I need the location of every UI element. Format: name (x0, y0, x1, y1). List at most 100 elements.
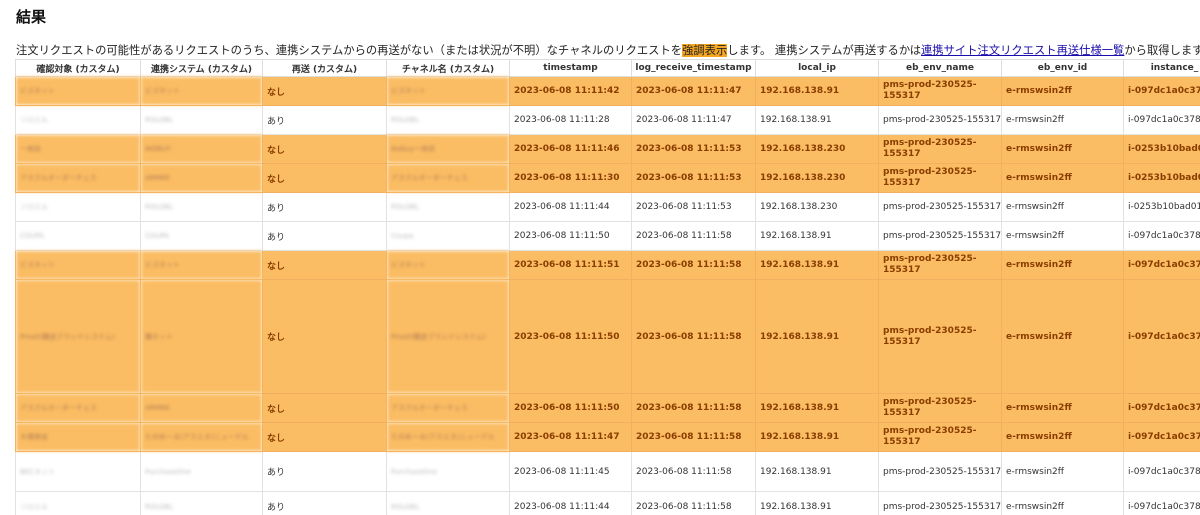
cell-instance: i-097dc1a0c378a (1123, 105, 1200, 135)
cell-eb-env-id: e-rmswsin2ff (1001, 76, 1124, 106)
header-integration-system[interactable]: 連携システム (カスタム) (140, 59, 263, 77)
cell-check-target: ビズネット (15, 250, 141, 280)
cell-timestamp: 2023-06-08 11:11:45 (509, 451, 632, 492)
cell-eb-env-name: pms-prod-230525-155317 (878, 393, 1002, 423)
cell-eb-env-id: e-rmswsin2ff (1001, 134, 1124, 164)
cell-timestamp: 2023-06-08 11:11:50 (509, 279, 632, 394)
cell-channel-name: アスクルオーダーチェス (386, 163, 510, 193)
cell-local-ip: 192.168.138.230 (755, 192, 879, 222)
resend-spec-link[interactable]: 連携サイト注文リクエスト再送仕様一覧 (921, 44, 1124, 57)
results-table-container[interactable]: 確認対象 (カスタム) 連携システム (カスタム) 再送 (カスタム) チャネル… (15, 59, 1200, 515)
cell-resend: あり (262, 105, 387, 135)
cell-channel-name: ビズネット (386, 76, 510, 106)
cell-log-receive-timestamp: 2023-06-08 11:11:58 (631, 221, 756, 251)
cell-check-target: ソロエル (15, 192, 141, 222)
cell-channel-name: アスクルオーダーチェス (386, 393, 510, 423)
cell-local-ip: 192.168.138.91 (755, 491, 879, 515)
cell-log-receive-timestamp: 2023-06-08 11:11:53 (631, 192, 756, 222)
table-row[interactable]: Prosit(購送ブランドシステム) 購ネット なし Prosit(購送ブランド… (15, 279, 1200, 394)
cell-resend: なし (262, 422, 387, 452)
cell-local-ip: 192.168.138.91 (755, 105, 879, 135)
table-row[interactable]: BECネット PurchaseOne あり PurchaseOne 2023-0… (15, 451, 1200, 492)
cell-channel-name: ROLOBL (386, 491, 510, 515)
cell-eb-env-name: pms-prod-230525-155317 (878, 192, 1002, 222)
header-resend[interactable]: 再送 (カスタム) (262, 59, 387, 77)
header-timestamp[interactable]: timestamp (509, 59, 632, 77)
table-row[interactable]: アスクルオーダーチェス ARMKK なし アスクルオーダーチェス 2023-06… (15, 393, 1200, 423)
cell-channel-name: ROLOBL (386, 192, 510, 222)
cell-log-receive-timestamp: 2023-06-08 11:11:58 (631, 250, 756, 280)
table-row[interactable]: 一休店 IKOBUY なし Ikobuy一休店 2023-06-08 11:11… (15, 134, 1200, 164)
header-check-target[interactable]: 確認対象 (カスタム) (15, 59, 141, 77)
cell-resend: なし (262, 76, 387, 106)
cell-eb-env-id: e-rmswsin2ff (1001, 491, 1124, 515)
cell-check-target: 大塚商会 (15, 422, 141, 452)
cell-instance: i-0253b10bad01 (1123, 134, 1200, 164)
cell-eb-env-id: e-rmswsin2ff (1001, 192, 1124, 222)
table-row[interactable]: COUPA COUPA あり Coupa 2023-06-08 11:11:50… (15, 221, 1200, 251)
description-highlight: 強調表示 (682, 44, 728, 57)
cell-log-receive-timestamp: 2023-06-08 11:11:53 (631, 134, 756, 164)
table-row[interactable]: 大塚商会 たのめーる(アスエヌ)ニューデル なし たのめーる(アスエヌ)ニューデ… (15, 422, 1200, 452)
cell-instance: i-097dc1a0c378a (1123, 279, 1200, 394)
description-before: 注文リクエストの可能性があるリクエストのうち、連携システムからの再送がない（また… (16, 44, 683, 57)
cell-integration-system: ROLOBL (140, 491, 263, 515)
table-row[interactable]: アスクルオーダーチェス ARMKK なし アスクルオーダーチェス 2023-06… (15, 163, 1200, 193)
cell-resend: なし (262, 250, 387, 280)
header-eb-env-name[interactable]: eb_env_name (878, 59, 1002, 77)
cell-resend: なし (262, 163, 387, 193)
cell-timestamp: 2023-06-08 11:11:44 (509, 491, 632, 515)
cell-resend: なし (262, 134, 387, 164)
table-row[interactable]: ソロエル ROLOBL あり ROLOBL 2023-06-08 11:11:4… (15, 192, 1200, 222)
cell-channel-name: たのめーる(アスエヌ)ニューデル (386, 422, 510, 452)
cell-integration-system: ビズネット (140, 250, 263, 280)
cell-check-target: アスクルオーダーチェス (15, 393, 141, 423)
cell-log-receive-timestamp: 2023-06-08 11:11:58 (631, 451, 756, 492)
cell-log-receive-timestamp: 2023-06-08 11:11:58 (631, 422, 756, 452)
cell-eb-env-id: e-rmswsin2ff (1001, 250, 1124, 280)
table-row[interactable]: ソロエル ROLOBL あり ROLOBL 2023-06-08 11:11:4… (15, 491, 1200, 515)
description-after: から取得します。 (1124, 44, 1200, 57)
cell-timestamp: 2023-06-08 11:11:46 (509, 134, 632, 164)
cell-integration-system: ARMKK (140, 163, 263, 193)
cell-eb-env-name: pms-prod-230525-155317 (878, 163, 1002, 193)
cell-channel-name: ビズネット (386, 250, 510, 280)
cell-integration-system: PurchaseOne (140, 451, 263, 492)
header-log-receive-timestamp[interactable]: log_receive_timestamp (631, 59, 756, 77)
cell-check-target: BECネット (15, 451, 141, 492)
cell-check-target: COUPA (15, 221, 141, 251)
cell-resend: なし (262, 279, 387, 394)
cell-eb-env-name: pms-prod-230525-155317 (878, 105, 1002, 135)
cell-integration-system: ビズネット (140, 76, 263, 106)
table-row[interactable]: ビズネット ビズネット なし ビズネット 2023-06-08 11:11:42… (15, 76, 1200, 106)
cell-check-target: ソロエル (15, 105, 141, 135)
description: 注文リクエストの可能性があるリクエストのうち、連携システムからの再送がない（また… (16, 42, 1200, 58)
table-row[interactable]: ビズネット ビズネット なし ビズネット 2023-06-08 11:11:51… (15, 250, 1200, 280)
cell-timestamp: 2023-06-08 11:11:50 (509, 393, 632, 423)
cell-check-target: ソロエル (15, 491, 141, 515)
cell-check-target: アスクルオーダーチェス (15, 163, 141, 193)
cell-instance: i-097dc1a0c378a (1123, 221, 1200, 251)
cell-instance: i-097dc1a0c378a (1123, 393, 1200, 423)
cell-check-target: 一休店 (15, 134, 141, 164)
cell-local-ip: 192.168.138.91 (755, 422, 879, 452)
table-row[interactable]: ソロエル ROLOBL あり ROLOBL 2023-06-08 11:11:2… (15, 105, 1200, 135)
cell-local-ip: 192.168.138.91 (755, 393, 879, 423)
cell-log-receive-timestamp: 2023-06-08 11:11:53 (631, 163, 756, 193)
cell-timestamp: 2023-06-08 11:11:51 (509, 250, 632, 280)
cell-resend: あり (262, 491, 387, 515)
cell-eb-env-name: pms-prod-230525-155317 (878, 221, 1002, 251)
cell-channel-name: Coupa (386, 221, 510, 251)
header-channel-name[interactable]: チャネル名 (カスタム) (386, 59, 510, 77)
cell-eb-env-id: e-rmswsin2ff (1001, 393, 1124, 423)
cell-eb-env-id: e-rmswsin2ff (1001, 163, 1124, 193)
cell-eb-env-id: e-rmswsin2ff (1001, 451, 1124, 492)
cell-instance: i-0253b10bad01 (1123, 163, 1200, 193)
cell-instance: i-097dc1a0c378a (1123, 491, 1200, 515)
cell-integration-system: 購ネット (140, 279, 263, 394)
cell-log-receive-timestamp: 2023-06-08 11:11:58 (631, 491, 756, 515)
cell-channel-name: Ikobuy一休店 (386, 134, 510, 164)
header-instance[interactable]: instance_ (1123, 59, 1200, 77)
header-local-ip[interactable]: local_ip (755, 59, 879, 77)
header-eb-env-id[interactable]: eb_env_id (1001, 59, 1124, 77)
